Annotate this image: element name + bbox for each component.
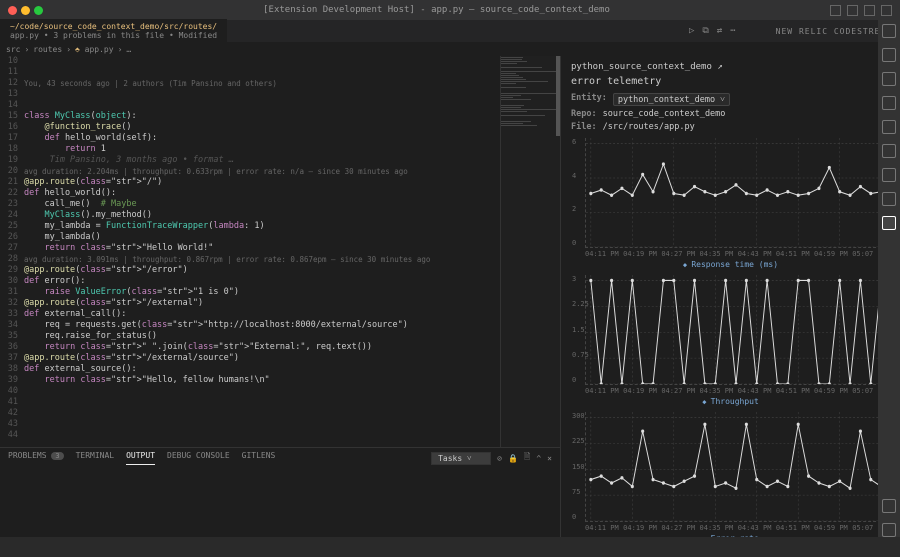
status-bar[interactable] — [0, 537, 900, 557]
debug-icon[interactable] — [882, 96, 896, 110]
remote-icon[interactable] — [882, 168, 896, 182]
problems-badge: 3 — [51, 452, 63, 460]
codestream-icon[interactable] — [882, 216, 896, 230]
close-panel-icon[interactable]: × — [547, 454, 552, 463]
bottom-panel: PROBLEMS 3 TERMINAL OUTPUT DEBUG CONSOLE… — [0, 447, 560, 537]
compare-icon[interactable]: ⇄ — [717, 26, 722, 36]
editor-tab-1[interactable]: ~/code/source_code_context_demo/src/rout… — [0, 19, 227, 43]
close-window-icon[interactable] — [8, 6, 17, 15]
tabbar: ~/code/source_code_context_demo/src/rout… — [0, 20, 900, 42]
repo-value: source_code_context_demo — [603, 109, 726, 119]
extensions-icon[interactable] — [882, 120, 896, 134]
customize-layout-icon[interactable] — [881, 5, 892, 16]
titlebar: [Extension Development Host] - app.py — … — [0, 0, 900, 20]
toggle-sidebar-icon[interactable] — [847, 5, 858, 16]
settings-gear-icon[interactable] — [882, 523, 896, 537]
minimap-thumb[interactable] — [556, 56, 560, 136]
panel-tab-debug[interactable]: DEBUG CONSOLE — [167, 451, 230, 465]
file-value: /src/routes/app.py — [603, 122, 695, 132]
codestream-label: NEW RELIC CODESTREAM — [776, 27, 892, 36]
split-icon[interactable]: ⧉ — [702, 26, 708, 36]
toggle-secondary-icon[interactable] — [864, 5, 875, 16]
activity-bar — [878, 20, 900, 537]
side-title: python_source_context_demo ↗ — [571, 62, 723, 72]
minimap[interactable] — [500, 56, 560, 447]
chart-label-1: Throughput — [571, 397, 890, 406]
gitlens-authors: You, 43 seconds ago | 2 authors (Tim Pan… — [24, 78, 500, 89]
panel-tab-output[interactable]: OUTPUT — [126, 451, 155, 465]
maximize-panel-icon[interactable]: ^ — [536, 454, 541, 463]
chart-label-0: Response time (ms) — [571, 260, 890, 269]
chart-1[interactable]: 32.251.50.750 — [585, 275, 886, 385]
test-icon[interactable] — [882, 144, 896, 158]
output-channel-select[interactable]: Tasks ˅ — [431, 452, 491, 465]
window-title: [Extension Development Host] - app.py — … — [43, 5, 830, 15]
more-icon[interactable]: ⋯ — [730, 26, 735, 36]
search-icon[interactable] — [882, 48, 896, 62]
tab-status: app.py • 3 problems in this file • Modif… — [10, 31, 217, 40]
chart-2[interactable]: 300225150750 — [585, 412, 886, 522]
window-controls — [8, 6, 43, 15]
breadcrumb[interactable]: src›routes›⬘ app.py›… — [0, 42, 900, 56]
account-icon[interactable] — [882, 499, 896, 513]
layout-toggles — [830, 5, 892, 16]
open-file-icon[interactable]: 🗎 — [524, 451, 530, 465]
open-external-icon[interactable]: ↗ — [717, 62, 722, 72]
minimize-window-icon[interactable] — [21, 6, 30, 15]
chart-0[interactable]: 6420 — [585, 138, 886, 248]
codestream-panel: python_source_context_demo ↗ × error tel… — [560, 56, 900, 537]
beaker-icon[interactable] — [882, 192, 896, 206]
section-heading: error telemetry — [571, 76, 890, 87]
clear-output-icon[interactable]: ⊘ — [497, 454, 502, 463]
code-editor[interactable]: 1011121314151617181920212223242526272829… — [0, 56, 560, 447]
panel-tab-problems[interactable]: PROBLEMS 3 — [8, 451, 64, 465]
entity-select[interactable]: python_context_demo ˅ — [613, 93, 730, 106]
run-icon[interactable]: ▷ — [689, 26, 694, 36]
panel-tab-gitlens[interactable]: GITLENS — [242, 451, 276, 465]
lock-scroll-icon[interactable]: 🔒 — [508, 454, 518, 463]
panel-tab-terminal[interactable]: TERMINAL — [76, 451, 115, 465]
zoom-window-icon[interactable] — [34, 6, 43, 15]
explorer-icon[interactable] — [882, 24, 896, 38]
toggle-panel-icon[interactable] — [830, 5, 841, 16]
scm-icon[interactable] — [882, 72, 896, 86]
tab-path: ~/code/source_code_context_demo/src/rout… — [10, 22, 217, 31]
